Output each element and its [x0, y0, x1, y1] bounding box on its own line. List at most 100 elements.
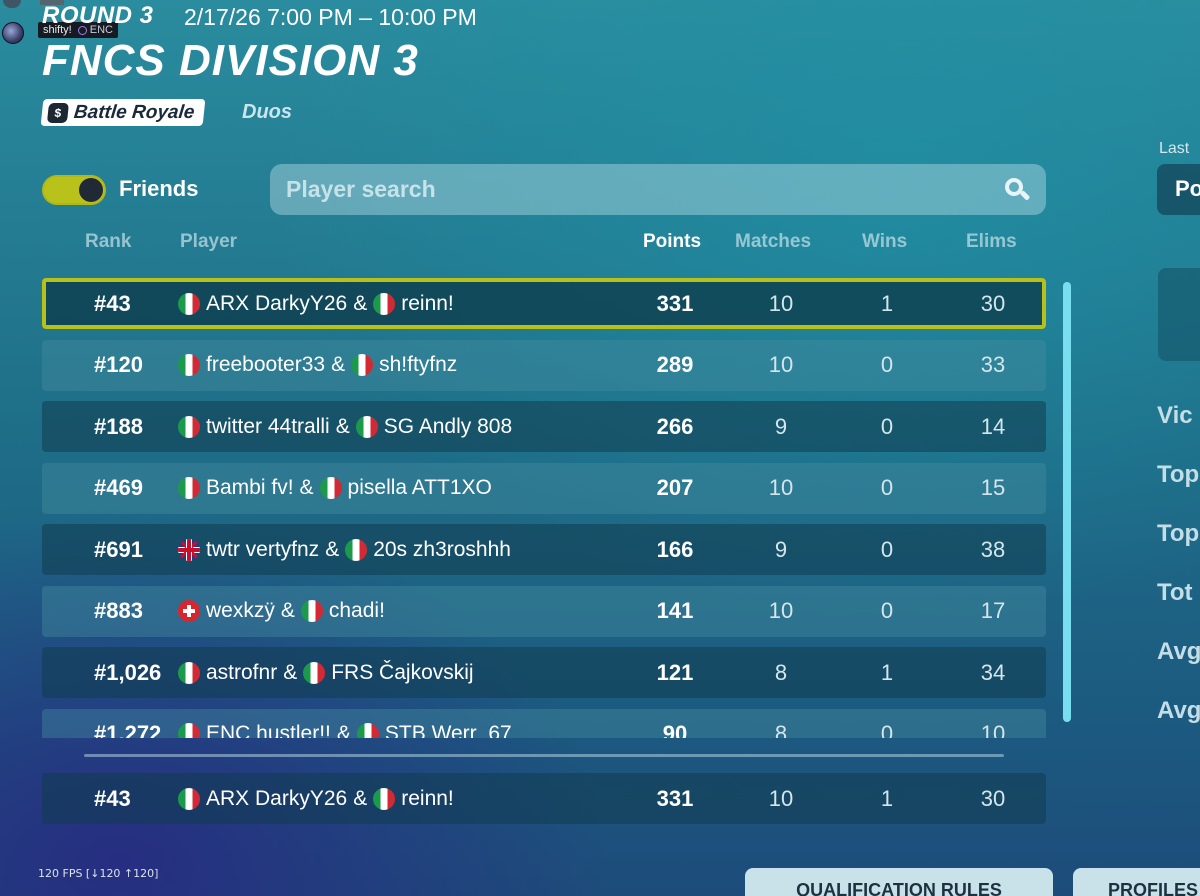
profiles-button[interactable]: PROFILES [1073, 868, 1200, 896]
italy-flag-icon [178, 477, 200, 499]
players-cell: Bambi fv! & pisella ATT1XO [178, 463, 492, 514]
qualification-rules-button[interactable]: QUALIFICATION RULES [745, 868, 1053, 896]
pinned-player-row[interactable]: #43 ARX DarkyY26 & reinn! 331 10 1 30 [42, 773, 1050, 824]
player-name: 20s zh3roshhh [373, 537, 511, 561]
player-search-input[interactable]: Player search [270, 164, 1046, 215]
stat-label-total: Tot [1157, 579, 1193, 606]
table-row[interactable]: #469 Bambi fv! & pisella ATT1XO 207 10 0 15 [42, 462, 1046, 514]
wins-cell: 0 [880, 536, 894, 562]
rank-cell: #883 [94, 598, 143, 623]
friends-toggle[interactable] [42, 175, 106, 205]
search-icon[interactable] [1004, 177, 1031, 203]
header-wins[interactable]: Wins [862, 231, 907, 253]
player-name: twtr vertyfnz [206, 537, 320, 561]
team-separator: & [283, 660, 298, 684]
elims-cell: 34 [980, 659, 1006, 685]
header-points[interactable]: Points [643, 231, 701, 253]
italy-flag-icon [178, 292, 200, 315]
divider [84, 754, 1004, 757]
italy-flag-icon [351, 354, 374, 376]
elims-cell: 14 [980, 413, 1006, 439]
stat-label-victories: Vic [1157, 402, 1193, 429]
player-name: ARX DarkyY26 [206, 786, 348, 810]
table-row[interactable]: #43 ARX DarkyY26 & reinn! 331 10 1 30 [42, 773, 1046, 824]
player-name: FRS Čajkovskij [331, 660, 474, 684]
friends-label: Friends [119, 176, 199, 201]
rank-cell: #188 [94, 413, 143, 439]
table-row[interactable]: #691 twtr vertyfnz & 20s zh3roshhh 166 9 0 38 [42, 524, 1046, 575]
rank-cell: #43 [94, 785, 131, 811]
team-size-label: Duos [242, 101, 292, 123]
elims-cell: 33 [980, 352, 1006, 377]
points-cell: 266 [656, 413, 694, 439]
header-elims[interactable]: Elims [966, 231, 1017, 253]
header-matches[interactable]: Matches [735, 231, 811, 253]
table-row[interactable]: #1,272 ENC hustler!! & STB Werr_67 90 8 0 10 [42, 708, 1046, 738]
rank-cell: #691 [94, 536, 143, 562]
mode-badge: $ Battle Royale [40, 99, 206, 126]
player-name: sh!ftyfnz [379, 353, 458, 376]
points-cell: 90 [662, 721, 688, 738]
table-row[interactable]: #188 twitter 44tralli & SG Andly 808 266 9 0 14 [42, 401, 1046, 452]
search-placeholder: Player search [286, 176, 436, 202]
elims-cell: 15 [980, 475, 1006, 500]
points-cell: 121 [656, 659, 694, 685]
elims-cell: 30 [980, 290, 1006, 316]
avatar [2, 22, 24, 44]
italy-flag-icon [356, 723, 379, 738]
stats-dropdown[interactable]: Po [1157, 164, 1200, 215]
italy-flag-icon [355, 415, 378, 438]
leaderboard-list[interactable]: #43 ARX DarkyY26 & reinn! 331 10 1 30 #120 freebo… [42, 278, 1050, 738]
round-label: ROUND 3 [42, 2, 154, 29]
table-row[interactable]: #43 ARX DarkyY26 & reinn! 331 10 1 30 [42, 278, 1046, 329]
event-time: 2/17/26 7:00 PM – 10:00 PM [184, 4, 477, 30]
rank-cell: #120 [94, 352, 143, 377]
players-cell: ARX DarkyY26 & reinn! [178, 278, 454, 329]
team-separator: & [353, 786, 368, 810]
stat-label-top-2: Top [1157, 520, 1200, 547]
team-separator: & [353, 291, 368, 315]
overlay-status-indicator [3, 0, 21, 8]
team-separator: & [336, 722, 351, 738]
player-name: reinn! [401, 291, 454, 315]
team-separator: & [325, 537, 340, 561]
wins-cell: 1 [880, 659, 894, 685]
header-rank[interactable]: Rank [85, 231, 131, 253]
player-name: chadi! [328, 599, 385, 622]
elims-cell: 10 [980, 721, 1006, 738]
matches-cell: 10 [768, 290, 794, 316]
money-bag-icon: $ [46, 102, 70, 123]
player-name: Bambi fv! [206, 476, 294, 499]
mode-label: Battle Royale [72, 101, 196, 123]
wins-cell: 0 [880, 413, 894, 439]
table-row[interactable]: #120 freebooter33 & sh!ftyfnz 289 10 0 33 [42, 339, 1046, 391]
table-row[interactable]: #1,026 astrofnr & FRS Čajkovskij 121 8 1 34 [42, 647, 1046, 698]
player-name: freebooter33 [206, 353, 326, 376]
player-name: astrofnr [206, 660, 278, 684]
players-cell: ENC hustler!! & STB Werr_67 [178, 709, 512, 738]
players-cell: twitter 44tralli & SG Andly 808 [178, 401, 512, 452]
italy-flag-icon [303, 661, 326, 684]
points-cell: 289 [656, 352, 694, 377]
matches-cell: 9 [774, 413, 788, 439]
player-name: wexkzÿ [206, 599, 275, 622]
team-separator: & [299, 476, 314, 499]
player-name: SG Andly 808 [383, 414, 513, 438]
elims-cell: 38 [980, 536, 1006, 562]
fps-counter: 120 FPS [↓120 ↑120] [38, 867, 159, 880]
team-separator: & [280, 599, 295, 622]
uk-flag-icon [178, 538, 200, 561]
points-cell: 207 [656, 475, 694, 500]
italy-flag-icon [178, 354, 200, 376]
scrollbar-thumb[interactable] [1063, 282, 1071, 722]
stats-panel-box [1158, 268, 1200, 361]
italy-flag-icon [373, 292, 396, 315]
table-row[interactable]: #883 wexkzÿ & chadi! 141 10 0 17 [42, 585, 1046, 637]
rank-cell: #43 [94, 290, 131, 316]
header-player[interactable]: Player [180, 231, 237, 253]
rank-cell: #469 [94, 475, 143, 500]
points-cell: 331 [656, 785, 694, 811]
wins-cell: 1 [880, 290, 894, 316]
matches-cell: 9 [774, 536, 788, 562]
team-separator: & [331, 353, 346, 376]
